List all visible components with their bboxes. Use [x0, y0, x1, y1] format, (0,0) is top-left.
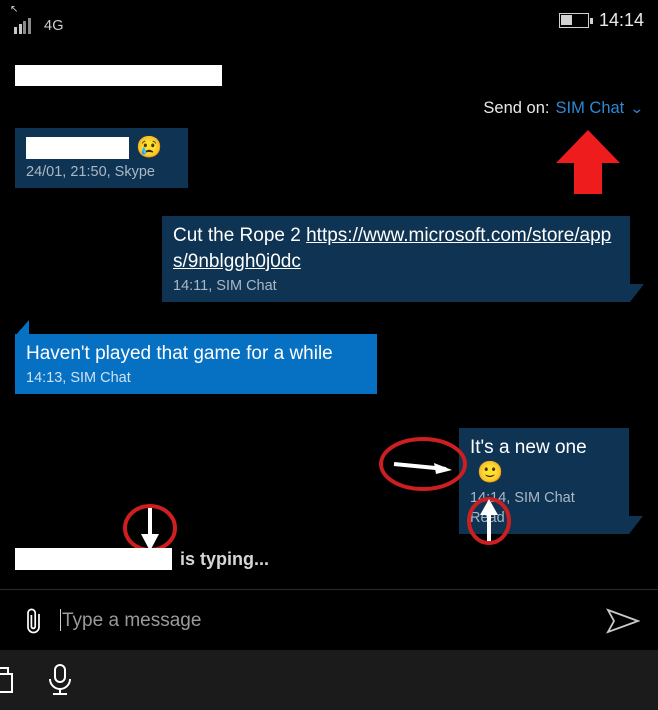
status-bar: ↖ 4G 14:14: [0, 0, 658, 44]
smiling-face-emoji: 🙂: [477, 461, 504, 484]
status-bar-left: ↖ 4G: [10, 5, 64, 34]
send-icon[interactable]: [606, 607, 640, 634]
send-on-selector[interactable]: Send on: SIM Chat ⌄: [483, 98, 645, 118]
message-bubble-skype[interactable]: 😢 24/01, 21:50, Skype: [15, 128, 188, 188]
message-meta: 24/01, 21:50, Skype: [26, 164, 155, 180]
message-composer: Type a message: [0, 589, 658, 651]
message-text-redacted: [26, 137, 129, 159]
message-text: It's a new one: [470, 437, 587, 458]
camera-icon[interactable]: [0, 664, 22, 696]
message-bubble-reply[interactable]: Haven't played that game for a while 14:…: [15, 320, 377, 394]
signal-bars-icon: ↖: [10, 5, 35, 34]
annotation-ellipse-down-arrow: [123, 504, 177, 552]
annotation-ellipse-right-arrow: [379, 437, 467, 491]
roaming-arrow-icon: ↖: [10, 4, 19, 15]
message-meta: 14:11, SIM Chat: [173, 278, 277, 294]
battery-icon: [558, 12, 593, 28]
message-text-row: It's a new one 🙂: [470, 435, 618, 487]
status-bar-right: 14:14: [558, 10, 644, 30]
paperclip-icon[interactable]: [22, 606, 46, 636]
conversation-title-redacted: [15, 65, 222, 86]
typing-contact-redacted: [15, 548, 172, 570]
microphone-icon[interactable]: [44, 662, 76, 698]
message-text-prefix: Cut the Rope 2: [173, 225, 307, 246]
message-text: Cut the Rope 2 https://www.microsoft.com…: [173, 223, 619, 275]
message-placeholder: Type a message: [62, 609, 202, 631]
status-clock: 14:14: [598, 10, 644, 30]
bubble-tail: [15, 320, 29, 336]
text-caret: [60, 608, 61, 631]
network-type-label: 4G: [44, 18, 64, 34]
message-input[interactable]: Type a message: [60, 608, 606, 633]
message-meta: 14:13, SIM Chat: [26, 370, 131, 386]
typing-status-text: is typing...: [180, 549, 270, 569]
send-on-value[interactable]: SIM Chat: [555, 98, 624, 118]
annotation-red-up-arrow: [556, 130, 620, 194]
typing-indicator: is typing...: [15, 548, 269, 570]
annotation-circle-up-arrow: [467, 497, 511, 545]
send-on-label: Send on:: [483, 99, 550, 117]
message-text: Haven't played that game for a while: [26, 343, 333, 364]
bottom-nav-bar: [0, 650, 658, 710]
message-bubble-link[interactable]: Cut the Rope 2 https://www.microsoft.com…: [162, 216, 644, 302]
crying-face-emoji: 😢: [136, 136, 163, 159]
bubble-tail: [630, 284, 644, 302]
message-content-row: 😢: [26, 135, 177, 161]
bubble-tail: [629, 516, 643, 534]
phone-screen: ↖ 4G 14:14 Send on: SIM Chat ⌄ 😢 24/01, …: [0, 0, 658, 710]
chevron-down-icon[interactable]: ⌄: [630, 98, 645, 118]
